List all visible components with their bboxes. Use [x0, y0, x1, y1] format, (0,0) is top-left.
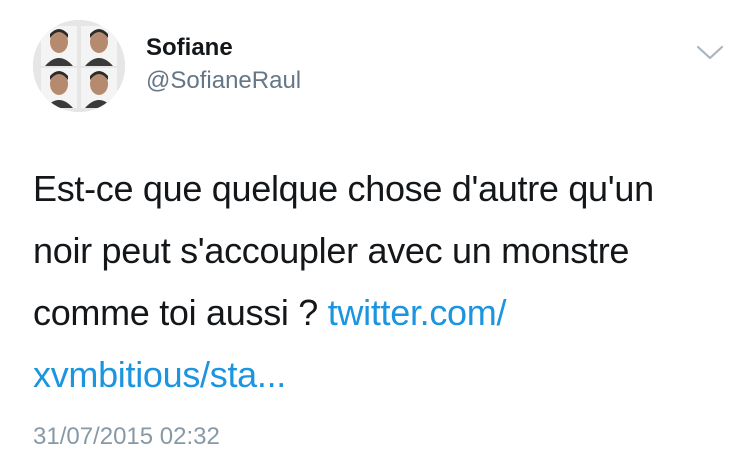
user-handle[interactable]: @SofianeRaul [146, 66, 301, 96]
tweet-card: Sofiane @SofianeRaul Est-ce que quelque … [0, 0, 750, 470]
chevron-down-icon [696, 45, 724, 60]
profile-photo-icon [33, 20, 125, 112]
tweet-timestamp[interactable]: 31/07/2015 02:32 [33, 422, 220, 452]
tweet-text: Est-ce que quelque chose d'autre qu'un n… [33, 158, 733, 406]
tweet-text-segment: comme toi aussi ? [33, 292, 319, 333]
tweet-text-line: Est-ce que quelque chose d'autre qu'un [33, 168, 654, 209]
display-name[interactable]: Sofiane [146, 33, 233, 63]
avatar[interactable] [33, 20, 125, 112]
tweet-menu-button[interactable] [692, 38, 728, 66]
tweet-link[interactable]: twitter.com/ [328, 292, 507, 333]
tweet-text-line: comme toi aussi ? twitter.com/ [33, 282, 733, 344]
tweet-text-line: noir peut s'accoupler avec un monstre [33, 230, 630, 271]
tweet-text-line: xvmbitious/sta... [33, 344, 733, 406]
tweet-link-continued[interactable]: xvmbitious/sta... [33, 354, 286, 395]
